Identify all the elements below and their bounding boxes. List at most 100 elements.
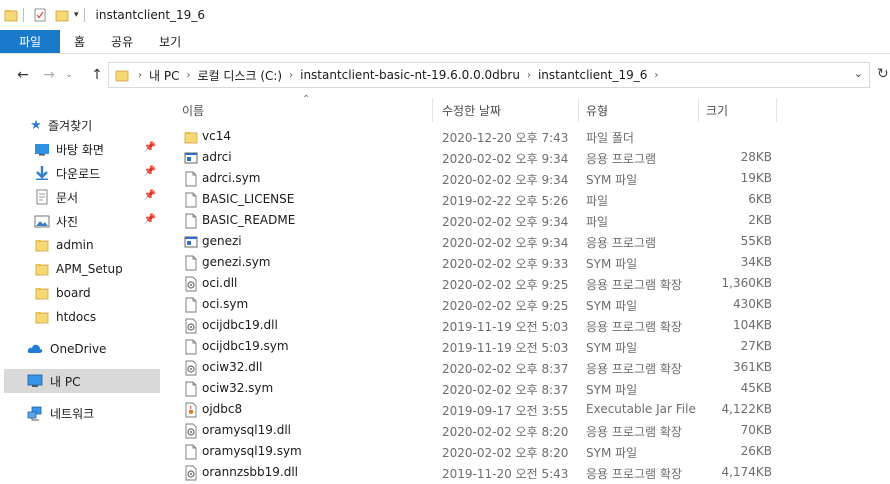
star-icon: ★ (30, 117, 42, 133)
up-button[interactable]: ↑ (86, 64, 108, 86)
pin-icon[interactable]: 📌 (144, 142, 156, 153)
title-bar: ▾ instantclient_19_6 (0, 0, 890, 30)
file-type: 응용 프로그램 확장 (586, 320, 682, 334)
sidebar-item-board[interactable]: board (34, 281, 160, 305)
file-row[interactable]: orannzsbb19.dll 2019-11-20 오전 5:43 응용 프로그램… (170, 462, 880, 483)
file-size: 2KB (748, 213, 772, 227)
folder-icon (35, 312, 49, 324)
breadcrumb-instantclient-basic[interactable]: instantclient-basic-nt-19.6.0.0.0dbru (296, 68, 524, 82)
file-name: adrci (202, 150, 232, 164)
column-divider[interactable] (776, 98, 777, 122)
column-divider[interactable] (698, 98, 699, 122)
pc-icon (27, 374, 43, 387)
breadcrumb-separator-icon[interactable]: › (651, 70, 661, 81)
pin-icon[interactable]: 📌 (144, 214, 156, 225)
address-bar[interactable]: › 내 PC › 로컬 디스크 (C:) › instantclient-bas… (108, 62, 870, 88)
column-header-type[interactable]: 유형 (586, 96, 696, 124)
breadcrumb-separator-icon[interactable]: › (135, 70, 145, 81)
sidebar-item-label: 다운로드 (56, 166, 101, 181)
refresh-icon[interactable]: ↻ (877, 66, 889, 82)
back-button[interactable]: ← (12, 64, 34, 86)
file-row[interactable]: ocijdbc19.sym 2019-11-19 오전 5:03 SYM 파일 27K… (170, 336, 880, 357)
tab-home[interactable]: 홈 (60, 30, 98, 53)
sidebar-item-apm-setup[interactable]: APM_Setup (34, 257, 160, 281)
file-row[interactable]: BASIC_README 2020-02-02 오후 9:34 파일 2KB (170, 210, 880, 231)
sidebar-item-label: APM_Setup (56, 262, 123, 276)
sidebar-item-label: 바탕 화면 (56, 142, 104, 157)
file-row[interactable]: BASIC_LICENSE 2019-02-22 오후 5:26 파일 6KB (170, 189, 880, 210)
address-dropdown-icon[interactable]: ⌄ (854, 67, 863, 80)
file-row[interactable]: vc14 2020-12-20 오후 7:43 파일 폴더 (170, 126, 880, 147)
file-type: SYM 파일 (586, 173, 638, 187)
breadcrumb-separator-icon[interactable]: › (183, 70, 193, 81)
file-size: 361KB (732, 360, 772, 374)
sidebar-item-admin[interactable]: admin (34, 233, 160, 257)
file-row[interactable]: genezi.sym 2020-02-02 오후 9:33 SYM 파일 34KB (170, 252, 880, 273)
breadcrumb-separator-icon[interactable]: › (286, 70, 296, 81)
folder-icon (35, 264, 49, 276)
file-name: oci.sym (202, 297, 249, 311)
file-row[interactable]: ociw32.sym 2020-02-02 오후 8:37 SYM 파일 45KB (170, 378, 880, 399)
file-row[interactable]: oramysql19.dll 2020-02-02 오후 8:20 응용 프로그램 … (170, 420, 880, 441)
sidebar-item-network[interactable]: 네트워크 (26, 401, 160, 425)
file-name: BASIC_LICENSE (202, 192, 295, 206)
tab-share[interactable]: 공유 (98, 30, 146, 53)
file-icon (185, 381, 197, 397)
column-header-name[interactable]: 이름 (182, 96, 432, 124)
tab-file[interactable]: 파일 (0, 30, 60, 53)
file-type: 파일 폴더 (586, 131, 634, 145)
properties-icon[interactable] (33, 8, 47, 22)
file-row[interactable]: ocijdbc19.dll 2019-11-19 오전 5:03 응용 프로그램 확… (170, 315, 880, 336)
sidebar-item-label: 네트워크 (50, 406, 95, 421)
sidebar-item-downloads[interactable]: 다운로드 📌 (34, 161, 160, 185)
breadcrumb-local-disk[interactable]: 로컬 디스크 (C:) (193, 67, 286, 84)
file-row[interactable]: adrci.sym 2020-02-02 오후 9:34 SYM 파일 19KB (170, 168, 880, 189)
breadcrumb-instantclient-19-6[interactable]: instantclient_19_6 (534, 68, 651, 82)
file-icon (185, 171, 197, 187)
column-divider[interactable] (432, 98, 433, 122)
quick-access-dropdown-icon[interactable]: ▾ (74, 10, 79, 20)
java-jar-icon (185, 402, 197, 418)
column-header-date[interactable]: 수정한 날짜 (442, 96, 572, 124)
file-name: orannzsbb19.dll (202, 465, 298, 479)
column-divider[interactable] (578, 98, 579, 122)
pin-icon[interactable]: 📌 (144, 166, 156, 177)
sidebar-item-onedrive[interactable]: OneDrive (26, 337, 160, 361)
column-header-size[interactable]: 크기 (706, 96, 776, 124)
sidebar-item-htdocs[interactable]: htdocs (34, 305, 160, 329)
file-row[interactable]: ociw32.dll 2020-02-02 오후 8:37 응용 프로그램 확장 36… (170, 357, 880, 378)
file-row[interactable]: ojdbc8 2019-09-17 오전 3:55 Executable Jar F… (170, 399, 880, 420)
file-name: vc14 (202, 129, 231, 143)
file-name: genezi (202, 234, 242, 248)
file-name: ociw32.sym (202, 381, 274, 395)
tab-view[interactable]: 보기 (146, 30, 194, 53)
forward-button[interactable]: → (38, 64, 60, 86)
sidebar-item-label: OneDrive (50, 342, 107, 356)
breadcrumb-my-pc[interactable]: 내 PC (145, 67, 183, 84)
file-icon (185, 339, 197, 355)
file-row[interactable]: genezi 2020-02-02 오후 9:34 응용 프로그램 55KB (170, 231, 880, 252)
sidebar-item-pictures[interactable]: 사진 📌 (34, 209, 160, 233)
sidebar-item-desktop[interactable]: 바탕 화면 📌 (34, 137, 160, 161)
sidebar-item-documents[interactable]: 문서 📌 (34, 185, 160, 209)
file-icon (185, 444, 197, 460)
sidebar-item-quick-access[interactable]: ★ 즐겨찾기 (28, 113, 184, 137)
file-name: oramysql19.dll (202, 423, 291, 437)
file-date: 2020-02-02 오후 8:37 (442, 362, 569, 376)
file-name: genezi.sym (202, 255, 271, 269)
network-icon (27, 406, 42, 421)
file-size: 104KB (732, 318, 772, 332)
file-type: 응용 프로그램 (586, 152, 657, 166)
file-row[interactable]: oci.dll 2020-02-02 오후 9:25 응용 프로그램 확장 1,360… (170, 273, 880, 294)
application-icon (184, 152, 198, 164)
file-row[interactable]: oramysql19.sym 2020-02-02 오후 8:20 SYM 파일 26… (170, 441, 880, 462)
file-row[interactable]: adrci 2020-02-02 오후 9:34 응용 프로그램 28KB (170, 147, 880, 168)
breadcrumb-separator-icon[interactable]: › (524, 70, 534, 81)
file-size: 19KB (740, 171, 772, 185)
file-type: SYM 파일 (586, 446, 638, 460)
recent-locations-button[interactable]: ⌄ (62, 64, 76, 86)
file-row[interactable]: oci.sym 2020-02-02 오후 9:25 SYM 파일 430KB (170, 294, 880, 315)
sidebar-item-my-pc[interactable]: 내 PC (4, 369, 160, 393)
pin-icon[interactable]: 📌 (144, 190, 156, 201)
new-folder-icon[interactable] (55, 8, 69, 22)
